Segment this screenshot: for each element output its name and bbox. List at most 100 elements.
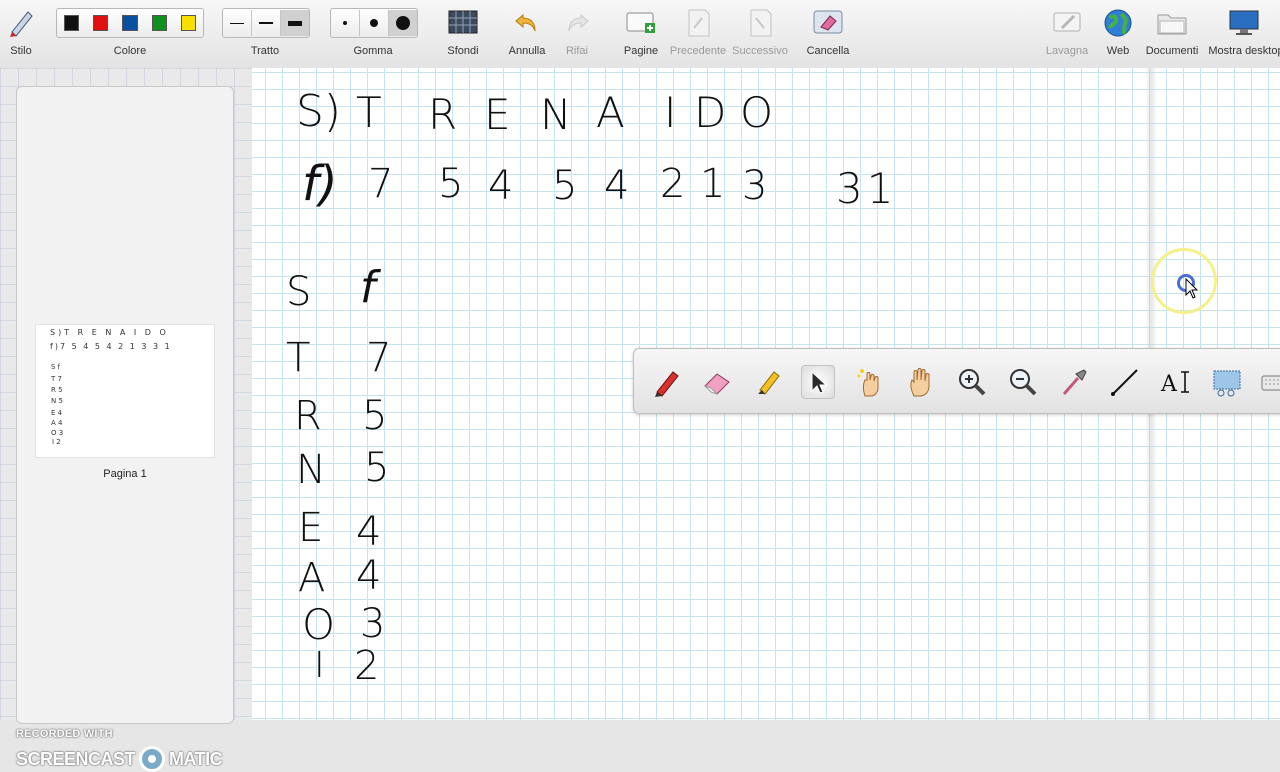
table-right-cell: 7 [366,335,392,381]
show-desktop-label: Mostra desktop [1208,45,1280,57]
color-label: Colore [113,45,147,57]
row-s-label: S) [296,86,342,137]
row-s-letter: I [664,88,677,137]
svg-text:N 5: N 5 [51,397,63,405]
highlighter-icon[interactable] [751,365,785,399]
stroke-label: Tratto [250,45,280,57]
table-left-cell: S [286,269,312,315]
eraser-icon[interactable] [700,365,734,399]
text-icon[interactable]: A [1159,365,1193,399]
table-right-cell: f [360,262,376,313]
color-black[interactable] [64,15,80,31]
table-left-cell: N [296,447,326,493]
svg-text:E 4: E 4 [51,409,63,417]
eraser-large[interactable] [389,10,417,36]
row-f-digit: 4 [488,163,514,209]
svg-text:f)7 5 4 5 4 2 1 3 3 1: f)7 5 4 5 4 2 1 3 3 1 [50,342,172,351]
documents-folder-icon[interactable] [1155,6,1189,40]
color-yellow[interactable] [180,15,197,31]
next-page-icon[interactable] [744,6,778,40]
page-label: Pagina 1 [103,468,147,480]
table-left-cell: A [298,555,326,601]
row-f-label: f) [302,156,338,212]
stroke-selector [222,8,310,38]
table-right-cell: 3 [360,601,386,647]
whiteboard-label: Lavagna [1045,45,1089,57]
previous-page-icon[interactable] [682,6,716,40]
eraser-small[interactable] [331,10,360,36]
clear-label: Cancella [806,45,850,57]
screencast-logo-icon [139,746,166,772]
web-label: Web [1106,45,1130,57]
svg-text:A: A [1160,372,1178,397]
mouse-cursor-icon [1185,278,1199,299]
color-green[interactable] [151,15,167,31]
magic-hand-icon[interactable] [854,365,888,399]
style-label: Stilo [10,45,32,57]
whiteboard-icon[interactable] [1050,6,1084,40]
row-s-letter: E [484,90,511,139]
line-icon[interactable] [1108,365,1142,399]
pen-icon[interactable] [650,365,684,399]
pan-hand-icon[interactable] [904,365,938,399]
show-desktop-icon[interactable] [1227,6,1261,40]
color-blue[interactable] [122,15,138,31]
row-s-letter: O [740,88,774,137]
select-arrow-icon[interactable] [801,365,835,399]
table-left-cell: T [286,335,311,381]
color-palette [56,8,204,38]
undo-icon[interactable] [510,6,544,40]
row-f-digit: 5 [438,161,464,207]
table-right-cell: 4 [356,509,382,555]
table-right-cell: 5 [362,393,388,439]
watermark-matic: MATIC [169,748,223,769]
row-f-digit: 1 [700,161,726,207]
row-s-letter: T [356,88,382,137]
eraser-medium[interactable] [360,10,389,36]
style-pen-icon[interactable] [4,6,38,40]
clear-icon[interactable] [811,6,845,40]
eraser-label: Gomma [353,45,393,57]
backgrounds-icon[interactable] [446,6,480,40]
row-f-digit: 31 [836,164,898,213]
floating-tools-bar: A [633,348,1280,414]
table-left-cell: R [294,393,322,439]
row-f-digit: 2 [660,161,686,207]
svg-text:S)T R E N A I D O: S)T R E N A I D O [50,328,169,337]
watermark-recorded-with: RECORDED WITH [16,728,113,740]
keyboard-icon[interactable] [1258,365,1280,399]
undo-label: Annulla [508,45,546,57]
stroke-medium[interactable] [252,10,281,36]
stroke-thick[interactable] [281,10,309,36]
row-f-digit: 3 [742,163,768,209]
zoom-in-icon[interactable] [955,365,989,399]
page-thumbnail[interactable]: S)T R E N A I D O f)7 5 4 5 4 2 1 3 3 1 … [35,324,215,458]
row-f-digit: 7 [368,161,394,207]
color-red[interactable] [93,15,109,31]
pages-panel: S)T R E N A I D O f)7 5 4 5 4 2 1 3 3 1 … [0,68,252,772]
color-picker-icon[interactable] [1057,365,1091,399]
documents-label: Documenti [1145,45,1199,57]
previous-label: Precedente [669,45,727,57]
table-right-cell: 5 [364,445,390,491]
table-left-cell: I [314,645,325,686]
table-right-cell: 2 [354,643,380,689]
row-s-letter: A [596,88,625,137]
pages-list: S)T R E N A I D O f)7 5 4 5 4 2 1 3 3 1 … [16,86,234,724]
eraser-selector [330,8,418,38]
web-globe-icon[interactable] [1101,6,1135,40]
svg-text:S f: S f [51,363,61,371]
svg-text:A 4: A 4 [51,419,63,427]
main-toolbar: Stilo Colore Tratto Gomma Sfondi Annulla… [0,0,1280,69]
pages-icon[interactable] [624,6,658,40]
row-s-letter: D [694,88,727,137]
zoom-out-icon[interactable] [1006,365,1040,399]
watermark-screencast: SCREENCAST [16,748,136,769]
svg-text:T 7: T 7 [50,375,62,383]
redo-label: Rifai [565,45,588,57]
redo-icon[interactable] [560,6,594,40]
row-f-digit: 5 [552,163,578,209]
svg-text:R 5: R 5 [51,386,63,394]
stroke-thin[interactable] [223,10,252,36]
screen-capture-icon[interactable] [1210,365,1244,399]
